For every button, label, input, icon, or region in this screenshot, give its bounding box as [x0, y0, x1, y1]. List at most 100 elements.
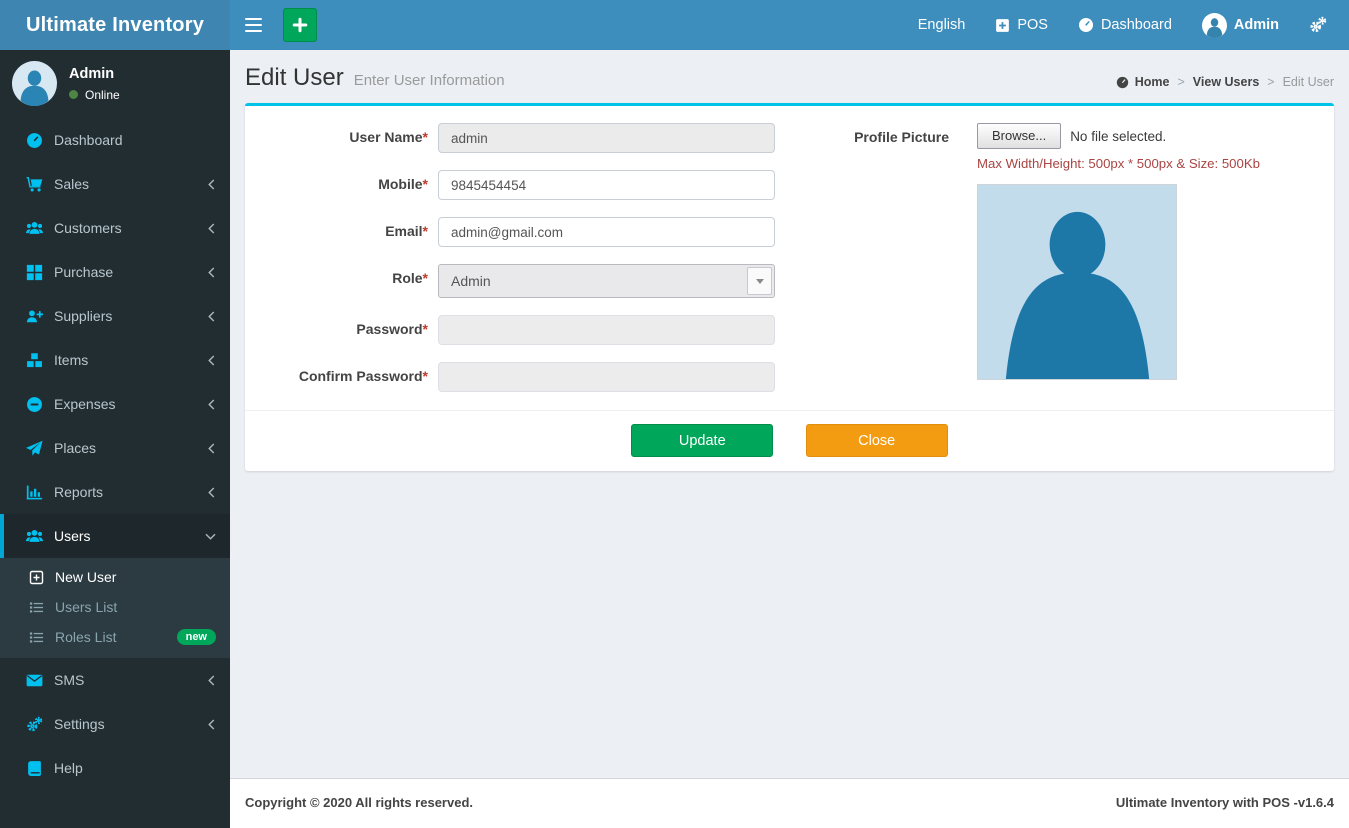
- password-input[interactable]: [438, 315, 775, 345]
- submenu-item-users-list[interactable]: Users List: [0, 592, 230, 622]
- chevron-left-icon: [207, 719, 216, 730]
- mobile-label: Mobile*: [245, 170, 438, 200]
- users-icon: [26, 528, 43, 545]
- breadcrumb-current: Edit User: [1283, 75, 1334, 89]
- online-status-dot: [69, 90, 78, 99]
- sidebar-item-places[interactable]: Places: [0, 426, 230, 470]
- cubes-icon: [26, 352, 43, 369]
- sidebar-item-items[interactable]: Items: [0, 338, 230, 382]
- breadcrumb: Home > View Users > Edit User: [1116, 75, 1334, 89]
- quick-add-button[interactable]: [283, 8, 317, 42]
- sidebar-item-purchase[interactable]: Purchase: [0, 250, 230, 294]
- minus-circle-icon: [26, 396, 43, 413]
- edit-user-form-box: User Name* Mobile*: [245, 103, 1334, 471]
- form-actions: Update Close: [245, 410, 1334, 471]
- sidebar-item-customers[interactable]: Customers: [0, 206, 230, 250]
- breadcrumb-view-users[interactable]: View Users: [1193, 75, 1259, 89]
- sidebar-profile: Admin Online: [0, 50, 230, 118]
- users-submenu: New User Users List Ro: [0, 558, 230, 658]
- gears-icon: [26, 716, 43, 733]
- close-button[interactable]: Close: [806, 424, 948, 457]
- profile-picture-preview: [977, 184, 1177, 380]
- chevron-left-icon: [207, 443, 216, 454]
- submenu-item-roles-list[interactable]: Roles List new: [0, 622, 230, 652]
- chevron-left-icon: [207, 487, 216, 498]
- chevron-left-icon: [207, 223, 216, 234]
- submenu-item-new-user[interactable]: New User: [0, 562, 230, 592]
- sidebar-item-sales[interactable]: Sales: [0, 162, 230, 206]
- upload-hint: Max Width/Height: 500px * 500px & Size: …: [977, 156, 1260, 171]
- plus-square-icon: [29, 570, 44, 585]
- sidebar-item-reports[interactable]: Reports: [0, 470, 230, 514]
- book-icon: [26, 760, 43, 777]
- profile-avatar: [12, 61, 57, 106]
- profile-status[interactable]: Online: [69, 88, 120, 102]
- list-icon: [29, 600, 44, 615]
- bar-chart-icon: [26, 484, 43, 501]
- dashboard-link[interactable]: Dashboard: [1078, 17, 1172, 33]
- user-menu[interactable]: Admin: [1202, 13, 1279, 38]
- user-name-label: User Name*: [245, 123, 438, 153]
- confirm-password-input[interactable]: [438, 362, 775, 392]
- chevron-left-icon: [207, 311, 216, 322]
- profile-picture-section: Profile Picture Browse... No file select…: [777, 123, 1319, 400]
- sidebar-item-users[interactable]: Users: [0, 514, 230, 558]
- page-footer: Copyright © 2020 All rights reserved. Ul…: [230, 778, 1349, 828]
- email-input[interactable]: [438, 217, 775, 247]
- chevron-down-icon: [205, 532, 216, 541]
- paper-plane-icon: [26, 440, 43, 457]
- file-status-text: No file selected.: [1070, 129, 1166, 144]
- mobile-input[interactable]: [438, 170, 775, 200]
- tachometer-icon: [26, 132, 43, 149]
- navbar-right: English POS Dashboard: [918, 13, 1349, 38]
- update-button[interactable]: Update: [631, 424, 773, 457]
- profile-name: Admin: [69, 66, 120, 82]
- chevron-left-icon: [207, 355, 216, 366]
- sidebar-item-expenses[interactable]: Expenses: [0, 382, 230, 426]
- select-dropdown-button[interactable]: [747, 267, 772, 295]
- password-label: Password*: [245, 315, 438, 345]
- top-navbar: English POS Dashboard: [230, 0, 1349, 50]
- sidebar-toggle-button[interactable]: [230, 0, 276, 50]
- version-text: Ultimate Inventory with POS -v1.6.4: [1116, 795, 1334, 812]
- user-name-input: [438, 123, 775, 153]
- users-icon: [26, 220, 43, 237]
- sidebar-item-dashboard[interactable]: Dashboard: [0, 118, 230, 162]
- sidebar-item-suppliers[interactable]: Suppliers: [0, 294, 230, 338]
- app-window: Ultimate Inventory English POS: [0, 0, 1349, 828]
- breadcrumb-home[interactable]: Home: [1116, 75, 1170, 89]
- grid-icon: [26, 264, 43, 281]
- sidebar-item-settings[interactable]: Settings: [0, 702, 230, 746]
- sidebar-item-sms[interactable]: SMS: [0, 658, 230, 702]
- chevron-left-icon: [207, 399, 216, 410]
- chevron-left-icon: [207, 675, 216, 686]
- sidebar-item-help[interactable]: Help: [0, 746, 230, 790]
- user-plus-icon: [26, 308, 43, 325]
- dashboard-icon: [1078, 17, 1094, 33]
- chevron-left-icon: [207, 179, 216, 190]
- role-label: Role*: [245, 264, 438, 298]
- content-header: Edit User Enter User Information Home > …: [230, 50, 1349, 103]
- sidebar-menu: Dashboard Sales Customers: [0, 118, 230, 790]
- plus-icon: [292, 17, 308, 33]
- copyright-text: Copyright © 2020 All rights reserved.: [245, 795, 473, 812]
- email-label: Email*: [245, 217, 438, 247]
- pos-link[interactable]: POS: [995, 17, 1048, 33]
- chevron-left-icon: [207, 267, 216, 278]
- home-dashboard-icon: [1116, 76, 1129, 89]
- caret-down-icon: [756, 279, 764, 284]
- cart-icon: [26, 176, 43, 193]
- settings-gears-button[interactable]: [1309, 16, 1327, 34]
- page-subtitle: Enter User Information: [354, 72, 505, 89]
- form-fields: User Name* Mobile*: [245, 123, 777, 400]
- page-title: Edit User: [245, 64, 344, 92]
- role-select[interactable]: Admin: [438, 264, 775, 298]
- confirm-password-label: Confirm Password*: [245, 362, 438, 392]
- sidebar: Admin Online Dashboard: [0, 50, 230, 828]
- language-menu[interactable]: English: [918, 17, 966, 33]
- list-icon: [29, 630, 44, 645]
- new-badge: new: [177, 629, 216, 645]
- brand-logo[interactable]: Ultimate Inventory: [0, 0, 230, 50]
- user-avatar: [1202, 13, 1227, 38]
- browse-button[interactable]: Browse...: [977, 123, 1061, 149]
